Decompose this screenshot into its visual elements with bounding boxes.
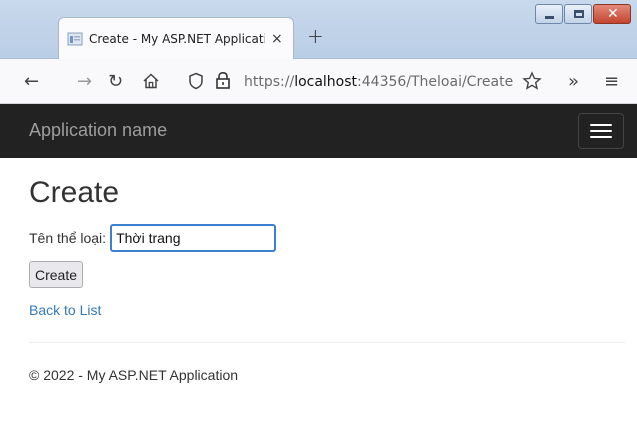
page-favicon-icon bbox=[67, 32, 83, 45]
menu-icon[interactable]: ≡ bbox=[604, 71, 619, 92]
hamburger-bar bbox=[590, 136, 612, 138]
shield-icon[interactable] bbox=[188, 72, 204, 90]
url-path: :44356/Theloai/Create bbox=[357, 74, 514, 90]
reload-icon[interactable]: ↻ bbox=[108, 71, 123, 92]
browser-tab[interactable]: Create - My ASP.NET Applicatio × bbox=[58, 17, 294, 59]
name-form-row: Tên thể loại: bbox=[29, 224, 277, 252]
url-scheme: https:// bbox=[244, 74, 295, 90]
forward-icon[interactable]: → bbox=[77, 71, 92, 92]
new-tab-button[interactable]: + bbox=[307, 24, 324, 48]
close-icon: ✕ bbox=[607, 6, 619, 22]
window-titlebar: Create - My ASP.NET Applicatio × + ✕ bbox=[0, 0, 637, 59]
page-title: Create bbox=[29, 176, 120, 209]
url-text: https://localhost:44356/Theloai/Create bbox=[244, 74, 513, 90]
minimize-button[interactable] bbox=[535, 4, 563, 24]
back-to-list-link[interactable]: Back to List bbox=[29, 302, 101, 318]
app-navbar: Application name bbox=[0, 104, 637, 158]
footer-text: © 2022 - My ASP.NET Application bbox=[29, 367, 239, 383]
maximize-button[interactable] bbox=[564, 4, 592, 24]
close-window-button[interactable]: ✕ bbox=[593, 4, 631, 24]
tab-title: Create - My ASP.NET Applicatio bbox=[89, 31, 265, 46]
back-icon[interactable]: ← bbox=[24, 71, 39, 92]
url-host: localhost bbox=[294, 74, 358, 90]
maximize-icon bbox=[574, 10, 584, 18]
address-bar[interactable]: https://localhost:44356/Theloai/Create bbox=[244, 66, 574, 98]
tab-close-button[interactable]: × bbox=[271, 31, 283, 47]
lock-icon[interactable] bbox=[214, 71, 232, 90]
footer-divider bbox=[29, 342, 625, 343]
window-controls: ✕ bbox=[535, 4, 631, 24]
home-icon[interactable] bbox=[142, 72, 160, 90]
minimize-icon bbox=[545, 16, 554, 19]
category-name-input[interactable] bbox=[110, 224, 277, 252]
hamburger-bar bbox=[590, 130, 612, 132]
app-brand-link[interactable]: Application name bbox=[29, 120, 167, 141]
hamburger-bar bbox=[590, 124, 612, 126]
navbar-toggle-button[interactable] bbox=[578, 113, 624, 149]
category-name-label: Tên thể loại: bbox=[29, 230, 107, 246]
create-button[interactable]: Create bbox=[29, 261, 84, 288]
